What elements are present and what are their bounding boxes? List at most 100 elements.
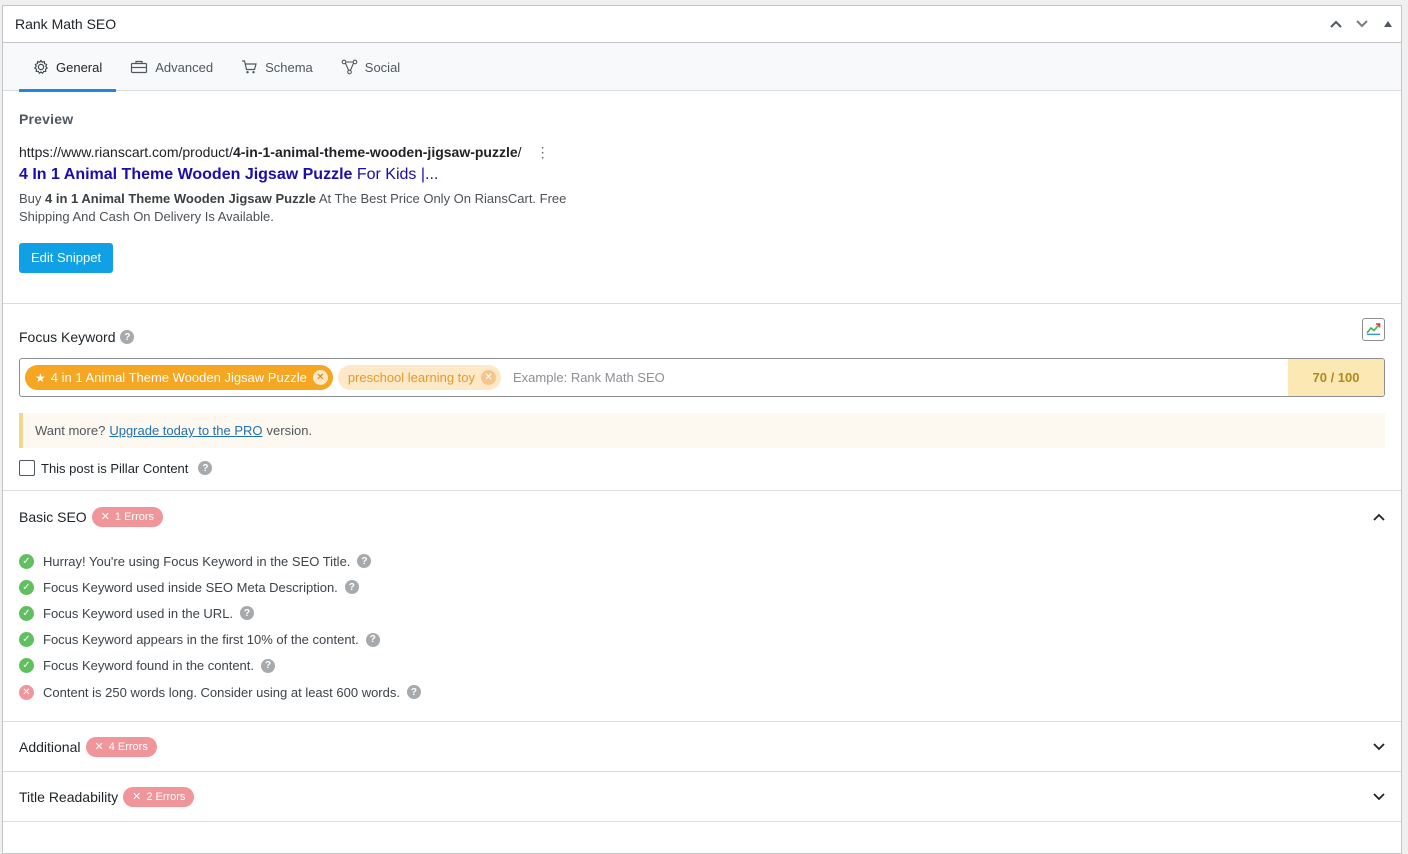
- tab-advanced[interactable]: Advanced: [116, 43, 227, 91]
- basic-seo-header[interactable]: Basic SEO ✕ 1 Errors: [3, 491, 1401, 542]
- pillar-content-checkbox[interactable]: [19, 460, 35, 476]
- chevron-up-icon[interactable]: [1373, 509, 1385, 524]
- serp-description: Buy 4 in 1 Animal Theme Wooden Jigsaw Pu…: [19, 190, 579, 226]
- snippet-preview: Preview https://www.rianscart.com/produc…: [3, 91, 1401, 304]
- notice-text-start: Want more?: [35, 423, 106, 438]
- toolbox-icon: [130, 59, 148, 75]
- serp-title: 4 In 1 Animal Theme Wooden Jigsaw Puzzle…: [19, 166, 1385, 184]
- focus-keyword-input[interactable]: [506, 359, 1384, 396]
- primary-keyword-tag[interactable]: ★ 4 in 1 Animal Theme Wooden Jigsaw Puzz…: [25, 365, 333, 390]
- move-down-icon[interactable]: [1349, 6, 1375, 42]
- tab-schema[interactable]: Schema: [227, 43, 327, 91]
- serp-url-base: https://www.rianscart.com/product/: [19, 144, 233, 160]
- check-text: Focus Keyword appears in the first 10% o…: [43, 632, 359, 648]
- error-x-icon: ✕: [132, 791, 142, 804]
- help-icon[interactable]: ?: [261, 658, 276, 673]
- basic-seo-title: Basic SEO: [19, 508, 87, 525]
- title-readability-title: Title Readability: [19, 788, 119, 805]
- check-text: Focus Keyword used in the URL.: [43, 605, 234, 621]
- help-icon[interactable]: ?: [198, 461, 213, 475]
- additional-header[interactable]: Additional ✕ 4 Errors: [3, 722, 1401, 773]
- title-readability-header[interactable]: Title Readability ✕ 2 Errors: [3, 772, 1401, 823]
- secondary-keyword-text: preschool learning toy: [347, 370, 476, 385]
- help-icon[interactable]: ?: [365, 632, 380, 647]
- error-count-badge: ✕ 4 Errors: [85, 736, 157, 757]
- remove-tag-icon[interactable]: ✕: [312, 370, 328, 385]
- edit-snippet-button[interactable]: Edit Snippet: [19, 243, 114, 273]
- check-text: Focus Keyword found in the content.: [43, 658, 255, 674]
- check-text: Focus Keyword used inside SEO Meta Descr…: [43, 579, 338, 595]
- chevron-down-icon[interactable]: [1373, 789, 1385, 804]
- help-icon[interactable]: ?: [120, 330, 135, 344]
- pillar-content-label[interactable]: This post is Pillar Content: [41, 461, 188, 476]
- serp-url-end: /: [517, 144, 522, 160]
- secondary-keyword-tag[interactable]: preschool learning toy ✕: [337, 365, 502, 390]
- trend-chart-icon: [1366, 322, 1381, 338]
- tab-bar: General Advanced Schema Social: [3, 43, 1401, 92]
- focus-keyword-section: Focus Keyword ? ★ 4 in 1 Animal Theme Wo…: [3, 304, 1401, 491]
- basic-seo-checks: ✓ Hurray! You're using Focus Keyword in …: [3, 542, 1401, 705]
- focus-keyword-input-box[interactable]: ★ 4 in 1 Animal Theme Wooden Jigsaw Puzz…: [19, 358, 1385, 397]
- more-options-icon: ⋮: [535, 144, 550, 160]
- help-icon[interactable]: ?: [344, 580, 359, 595]
- additional-badge-text: 4 Errors: [108, 740, 148, 753]
- error-count-badge: ✕ 1 Errors: [91, 506, 164, 527]
- metabox-header: Rank Math SEO: [3, 6, 1401, 43]
- check-item: ✕ Content is 250 words long. Consider us…: [19, 679, 1385, 705]
- seo-score-badge: 70 / 100: [1288, 359, 1384, 396]
- rank-math-metabox: Rank Math SEO General Advanced Schema So…: [2, 5, 1402, 854]
- remove-tag-icon[interactable]: ✕: [481, 370, 497, 385]
- check-item: ✓ Focus Keyword used in the URL. ?: [19, 600, 1385, 626]
- tab-general[interactable]: General: [19, 43, 117, 92]
- preview-label: Preview: [19, 111, 74, 127]
- additional-title: Additional: [19, 738, 81, 755]
- help-icon[interactable]: ?: [357, 554, 372, 569]
- basic-seo-badge-text: 1 Errors: [114, 510, 155, 523]
- cart-icon: [241, 59, 258, 75]
- toggle-panel-icon[interactable]: [1375, 6, 1401, 42]
- upgrade-notice: Want more? Upgrade today to the PRO vers…: [19, 413, 1385, 448]
- notice-text-end: version.: [266, 423, 313, 438]
- basic-seo-section: Basic SEO ✕ 1 Errors ✓ Hurray! You're usi…: [3, 491, 1401, 723]
- tab-social-label: Social: [364, 59, 401, 75]
- check-text: Content is 250 words long. Consider usin…: [43, 684, 400, 700]
- check-item: ✓ Focus Keyword appears in the first 10%…: [19, 627, 1385, 653]
- serp-url: https://www.rianscart.com/product/4-in-1…: [19, 144, 1385, 160]
- upgrade-link[interactable]: Upgrade today to the PRO: [109, 423, 262, 438]
- primary-keyword-text: 4 in 1 Animal Theme Wooden Jigsaw Puzzle: [50, 370, 307, 385]
- tab-general-label: General: [56, 59, 103, 75]
- check-fail-icon: ✕: [19, 684, 34, 700]
- title-readability-badge-text: 2 Errors: [146, 790, 186, 803]
- move-up-icon[interactable]: [1323, 6, 1349, 42]
- error-count-badge: ✕ 2 Errors: [123, 786, 195, 807]
- chevron-down-icon[interactable]: [1373, 739, 1385, 754]
- share-icon: [341, 59, 358, 75]
- check-item: ✓ Focus Keyword used inside SEO Meta Des…: [19, 574, 1385, 600]
- focus-keyword-label-row: Focus Keyword ?: [19, 329, 1385, 345]
- tab-schema-label: Schema: [265, 59, 313, 75]
- tab-advanced-label: Advanced: [155, 59, 214, 75]
- focus-keyword-label: Focus Keyword: [19, 329, 116, 345]
- serp-url-slug: 4-in-1-animal-theme-wooden-jigsaw-puzzle: [232, 144, 518, 160]
- check-text: Hurray! You're using Focus Keyword in th…: [43, 553, 351, 569]
- check-item: ✓ Hurray! You're using Focus Keyword in …: [19, 548, 1385, 574]
- pillar-content-row: This post is Pillar Content ?: [19, 460, 1385, 476]
- serp-title-bold: 4 In 1 Animal Theme Wooden Jigsaw Puzzle: [19, 166, 353, 183]
- check-pass-icon: ✓: [19, 632, 34, 648]
- help-icon[interactable]: ?: [240, 606, 255, 621]
- serp-title-rest: For Kids |...: [352, 166, 439, 183]
- trends-button[interactable]: [1362, 318, 1385, 341]
- error-x-icon: ✕: [100, 511, 110, 523]
- check-pass-icon: ✓: [19, 605, 34, 621]
- error-x-icon: ✕: [94, 741, 104, 754]
- serp-desc-bold: 4 in 1 Animal Theme Wooden Jigsaw Puzzle: [45, 191, 316, 206]
- tab-social[interactable]: Social: [327, 43, 414, 91]
- check-pass-icon: ✓: [19, 553, 34, 569]
- metabox-title: Rank Math SEO: [15, 16, 117, 32]
- serp-desc-start: Buy: [19, 191, 46, 206]
- check-pass-icon: ✓: [19, 579, 34, 595]
- help-icon[interactable]: ?: [406, 685, 421, 700]
- star-icon: ★: [35, 370, 46, 385]
- gear-icon: [33, 59, 49, 75]
- check-pass-icon: ✓: [19, 658, 34, 674]
